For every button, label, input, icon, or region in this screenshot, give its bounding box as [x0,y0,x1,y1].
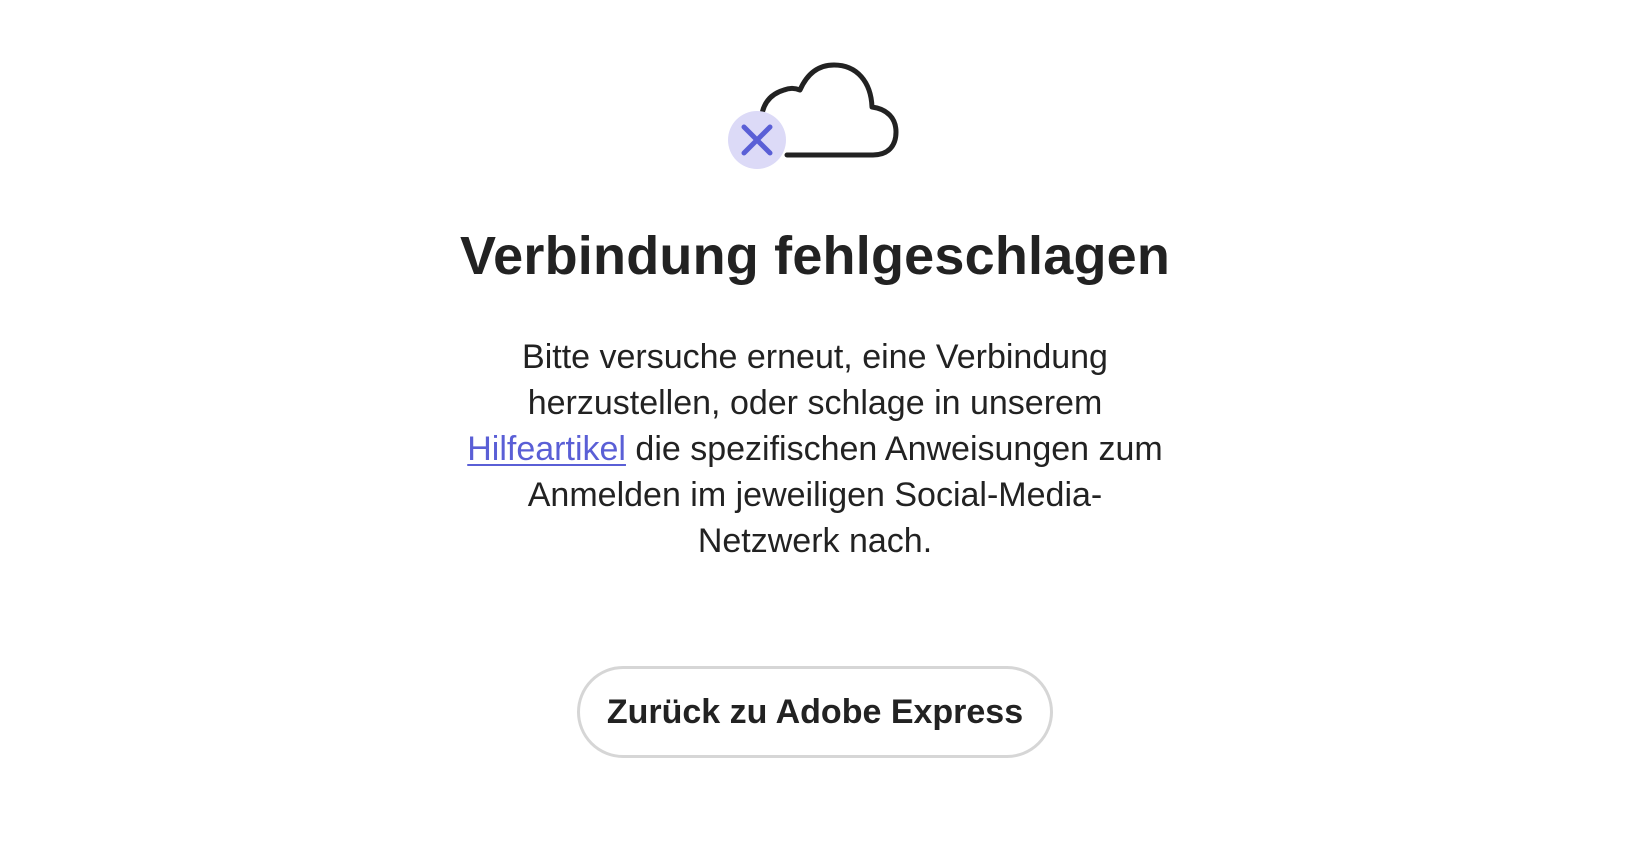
close-icon [728,111,786,169]
back-to-adobe-express-button[interactable]: Zurück zu Adobe Express [577,666,1053,758]
connection-failed-illustration [725,52,905,180]
error-message-text: Bitte versuche erneut, eine Verbindung h… [522,338,1108,422]
error-message: Bitte versuche erneut, eine Verbindung h… [465,334,1165,564]
page-title: Verbindung fehlgeschlagen [459,226,1171,286]
connection-error-panel: Verbindung fehlgeschlagen Bitte versuche… [0,0,1630,758]
help-article-link[interactable]: Hilfeartikel [467,430,626,468]
page: Verbindung fehlgeschlagen Bitte versuche… [0,0,1630,866]
